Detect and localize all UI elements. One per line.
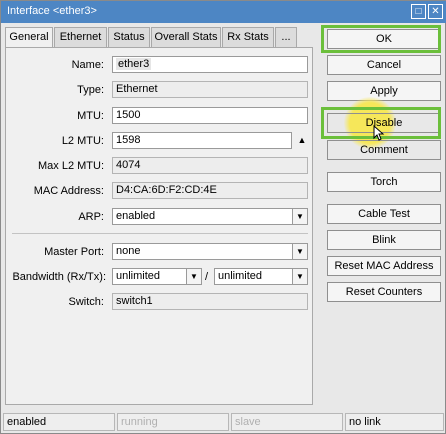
name-field[interactable]: ether3 [112, 56, 308, 73]
name-value: ether3 [116, 58, 152, 70]
chevron-down-icon[interactable]: ▼ [292, 209, 307, 224]
master-port-value: none [116, 245, 141, 257]
tab-status[interactable]: Status [108, 27, 150, 47]
interface-dialog: Interface <ether3> □ ✕ General Ethernet … [0, 0, 446, 434]
bandwidth-rx-value: unlimited [116, 270, 161, 282]
switch-label: Switch: [68, 296, 104, 308]
torch-button[interactable]: Torch [327, 172, 441, 192]
arp-select[interactable]: enabled ▼ [112, 208, 308, 225]
tab-rx-stats[interactable]: Rx Stats [222, 27, 274, 47]
tab-general[interactable]: General [5, 27, 53, 48]
blink-button[interactable]: Blink [327, 230, 441, 250]
name-label: Name: [71, 59, 104, 71]
arp-label: ARP: [78, 211, 104, 223]
general-panel: Name: ether3 Type: Ethernet MTU: 1500 L2… [5, 47, 313, 405]
tab-more[interactable]: ... [275, 27, 297, 47]
bandwidth-label: Bandwidth (Rx/Tx): [12, 271, 106, 283]
bandwidth-rx-select[interactable]: unlimited ▼ [112, 268, 202, 285]
status-state: enabled [3, 413, 115, 431]
cancel-button[interactable]: Cancel [327, 55, 441, 75]
status-running: running [117, 413, 229, 431]
arp-value: enabled [116, 210, 156, 222]
type-label: Type: [77, 84, 104, 96]
bandwidth-separator: / [205, 271, 209, 283]
max-l2mtu-value: 4074 [112, 157, 308, 174]
comment-button[interactable]: Comment [327, 140, 441, 160]
status-bar: enabled running slave no link [1, 411, 446, 433]
switch-value: switch1 [112, 293, 308, 310]
status-link: no link [345, 413, 444, 431]
reset-mac-button[interactable]: Reset MAC Address [327, 256, 441, 276]
chevron-down-icon[interactable]: ▼ [292, 244, 307, 259]
reset-counters-button[interactable]: Reset Counters [327, 282, 441, 302]
bandwidth-tx-value: unlimited [218, 270, 263, 282]
mouse-cursor-icon [373, 125, 385, 141]
divider [12, 233, 308, 234]
tab-overall-stats[interactable]: Overall Stats [151, 27, 221, 47]
master-port-label: Master Port: [44, 246, 104, 258]
window-title: Interface <ether3> [7, 5, 97, 17]
l2mtu-label: L2 MTU: [61, 135, 104, 147]
chevron-down-icon[interactable]: ▼ [292, 269, 307, 284]
mtu-field[interactable]: 1500 [112, 107, 308, 124]
status-slave: slave [231, 413, 343, 431]
type-value: Ethernet [112, 81, 308, 98]
master-port-select[interactable]: none ▼ [112, 243, 308, 260]
maximize-icon[interactable]: □ [411, 4, 426, 19]
max-l2mtu-label: Max L2 MTU: [37, 160, 104, 172]
mtu-label: MTU: [77, 110, 104, 122]
mac-value: D4:CA:6D:F2:CD:4E [112, 182, 308, 199]
title-bar[interactable]: Interface <ether3> □ ✕ [1, 1, 446, 23]
cable-test-button[interactable]: Cable Test [327, 204, 441, 224]
bandwidth-tx-select[interactable]: unlimited ▼ [214, 268, 308, 285]
chevron-down-icon[interactable]: ▼ [186, 269, 201, 284]
stepper-up-icon[interactable]: ▲ [296, 134, 308, 146]
mac-label: MAC Address: [33, 185, 104, 197]
ok-highlight [321, 25, 441, 53]
l2mtu-field[interactable]: 1598 [112, 132, 292, 149]
apply-button[interactable]: Apply [327, 81, 441, 101]
close-icon[interactable]: ✕ [428, 4, 443, 19]
tab-ethernet[interactable]: Ethernet [54, 27, 107, 47]
